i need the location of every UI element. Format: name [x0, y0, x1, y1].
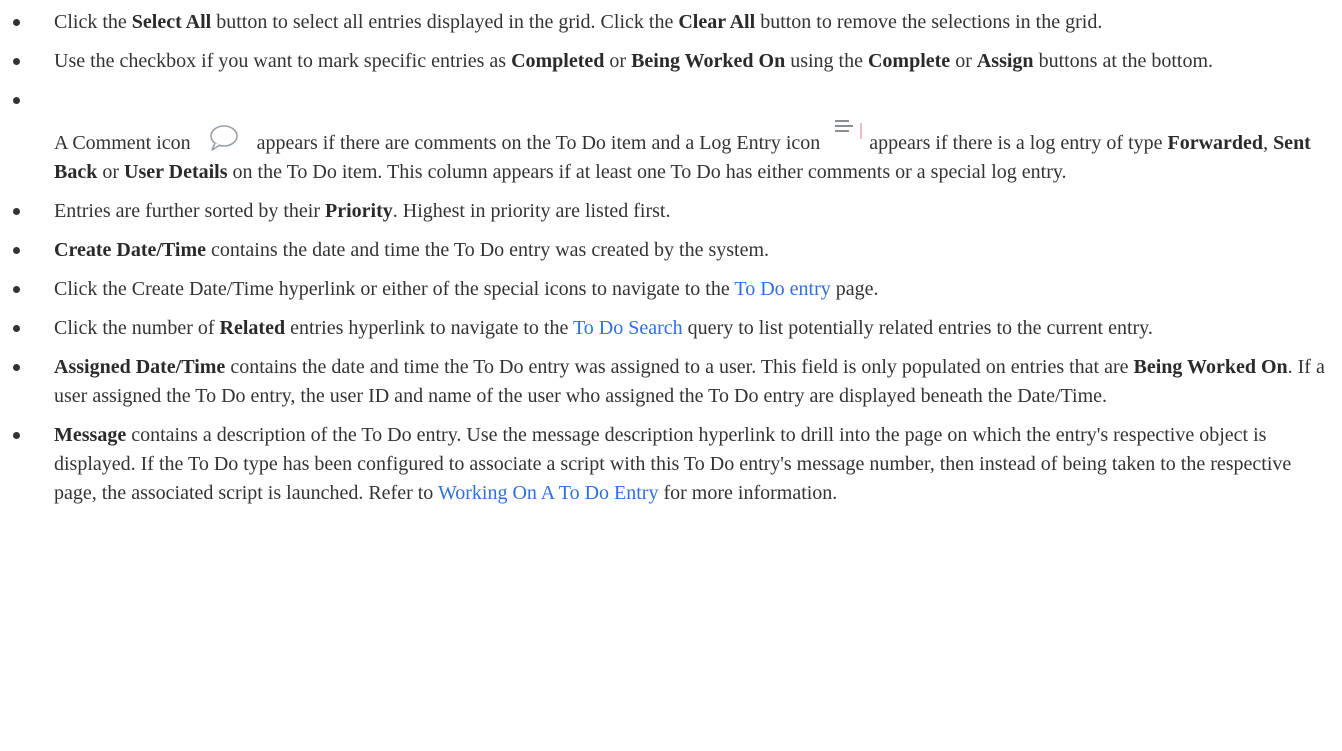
text: appears if there are comments on the To …: [251, 132, 826, 154]
list-item-icons: A Comment icon appears if there are comm…: [13, 86, 1328, 187]
bold-term-related: Related: [219, 317, 286, 339]
list-item-select-all: Click the Select All button to select al…: [13, 8, 1328, 37]
text: ,: [1263, 132, 1274, 154]
text: Click the number of: [54, 317, 220, 339]
bold-term-create-date-time: Create Date/Time: [54, 239, 206, 261]
text: query to list potentially related entrie…: [682, 317, 1153, 339]
list-item-priority: Entries are further sorted by their Prio…: [13, 197, 1328, 226]
bold-term-completed: Completed: [511, 50, 605, 72]
bold-term-forwarded: Forwarded: [1167, 132, 1264, 154]
link-to-do-search[interactable]: To Do Search: [573, 317, 683, 339]
text: A Comment icon: [54, 132, 196, 154]
bold-term-clear-all: Clear All: [678, 11, 756, 33]
text: Entries are further sorted by their: [54, 200, 326, 222]
link-working-on-a-to-do-entry[interactable]: Working On A To Do Entry: [438, 482, 659, 504]
list-item-assigned-date: Assigned Date/Time contains the date and…: [13, 353, 1328, 411]
text: or: [604, 50, 632, 72]
text: contains the date and time the To Do ent…: [225, 356, 1134, 378]
text: contains the date and time the To Do ent…: [205, 239, 770, 261]
comment-icon: [202, 123, 246, 153]
bold-term-complete: Complete: [867, 50, 951, 72]
text: appears if there is a log entry of type: [869, 132, 1168, 154]
text: buttons at the bottom.: [1033, 50, 1213, 72]
bold-term-select-all: Select All: [131, 11, 212, 33]
bold-term-priority: Priority: [325, 200, 393, 222]
text: button to remove the selections in the g…: [755, 11, 1103, 33]
text: or: [97, 161, 125, 183]
bold-term-being-worked-on: Being Worked On: [631, 50, 786, 72]
bold-term-message: Message: [54, 424, 127, 446]
text: using the: [785, 50, 868, 72]
text: page.: [830, 278, 879, 300]
bold-term-being-worked-on: Being Worked On: [1133, 356, 1288, 378]
text: button to select all entries displayed i…: [211, 11, 679, 33]
bold-term-assigned-date-time: Assigned Date/Time: [54, 356, 226, 378]
text: Click the Create Date/Time hyperlink or …: [54, 278, 735, 300]
bold-term-assign: Assign: [976, 50, 1034, 72]
text: Click the: [54, 11, 132, 33]
text: or: [950, 50, 977, 72]
list-item-create-date: Create Date/Time contains the date and t…: [13, 236, 1328, 265]
text: . Highest in priority are listed first.: [392, 200, 671, 222]
list-item-related: Click the number of Related entries hype…: [13, 314, 1328, 343]
list-item-create-date-link: Click the Create Date/Time hyperlink or …: [13, 275, 1328, 304]
list-item-message: Message contains a description of the To…: [13, 421, 1328, 508]
text: for more information.: [658, 482, 838, 504]
link-to-do-entry[interactable]: To Do entry: [734, 278, 830, 300]
text: Use the checkbox if you want to mark spe…: [54, 50, 512, 72]
text: on the To Do item. This column appears i…: [227, 161, 1067, 183]
list-item-checkbox: Use the checkbox if you want to mark spe…: [13, 47, 1328, 76]
bullet-list: Click the Select All button to select al…: [0, 0, 1342, 508]
bold-term-user-details: User Details: [124, 161, 228, 183]
text: entries hyperlink to navigate to the: [285, 317, 573, 339]
log-entry-icon: [829, 115, 865, 147]
